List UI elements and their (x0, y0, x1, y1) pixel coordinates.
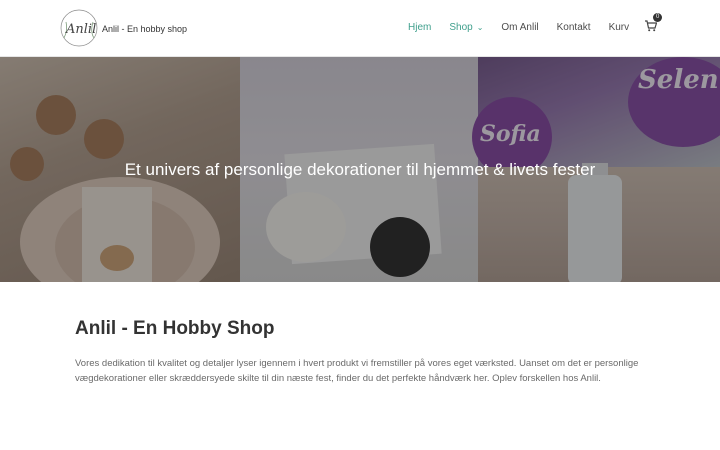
nav-item-shop[interactable]: Shop ⌄ (449, 22, 483, 33)
logo-wreath-icon: Anlil (60, 9, 98, 47)
site-logo[interactable]: Anlil Anlil - En hobby shop (58, 8, 187, 48)
chevron-down-icon: ⌄ (476, 22, 484, 32)
nav-item-kurv[interactable]: Kurv (609, 22, 630, 33)
main-nav: Hjem Shop ⌄ Om Anlil Kontakt Kurv 0 (408, 13, 663, 34)
nav-item-kontakt[interactable]: Kontakt (557, 22, 591, 33)
nav-item-shop-label: Shop (449, 21, 473, 33)
nav-item-hjem[interactable]: Hjem (408, 22, 431, 33)
cart-count-badge: 0 (653, 13, 663, 22)
main-content: Anlil - En Hobby Shop Vores dedikation t… (75, 318, 645, 386)
page-title: Anlil - En Hobby Shop (75, 318, 275, 339)
cart-button[interactable]: 0 (645, 13, 663, 34)
site-header: Anlil Anlil - En hobby shop Hjem Shop ⌄ … (0, 0, 720, 57)
nav-item-om-anlil[interactable]: Om Anlil (501, 22, 538, 33)
logo-text: Anlil - En hobby shop (102, 24, 188, 34)
hero-title: Et univers af personlige dekorationer ti… (124, 160, 596, 179)
logo-script: Anlil (65, 22, 96, 37)
intro-paragraph: Vores dedikation til kvalitet og detalje… (75, 358, 639, 384)
hero-banner: Sofia Selen Et univers af personlige dek… (0, 57, 720, 282)
